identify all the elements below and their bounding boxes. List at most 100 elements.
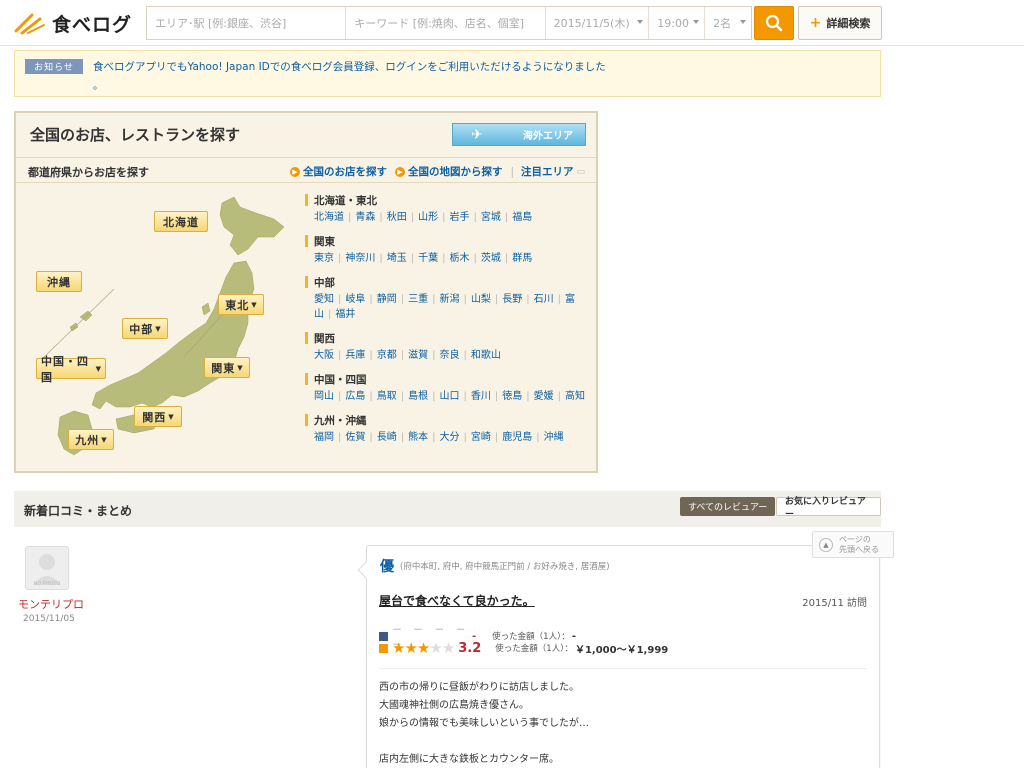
airplane-icon: ✈ [471, 127, 483, 143]
region-label: 北海道 [163, 215, 199, 229]
prefecture-link[interactable]: 岐阜 [345, 294, 365, 305]
prefecture-link[interactable]: 石川 [534, 294, 554, 305]
prefecture-link[interactable]: 福岡 [314, 432, 334, 443]
tabelog-logo[interactable]: 食べログ [14, 9, 134, 37]
divider: | [400, 294, 405, 305]
detail-search-button[interactable]: + 詳細検索 [798, 6, 882, 40]
time-value: 19:00 [657, 16, 689, 30]
region-button-kansai[interactable]: 関西 ▼ [134, 406, 182, 427]
region-label: 関東 [211, 361, 236, 375]
prefecture-link[interactable]: 山口 [440, 391, 460, 402]
region-button-kyushu[interactable]: 九州 ▼ [68, 429, 114, 450]
prefecture-link[interactable]: 沖縄 [544, 432, 564, 443]
prefecture-search-label: 都道府県からお店を探す [28, 166, 149, 179]
prefecture-link[interactable]: 京都 [377, 350, 397, 361]
region-button-okinawa[interactable]: 沖縄 [36, 271, 82, 292]
people-select[interactable]: 2名 [705, 7, 751, 39]
reviewer-name[interactable]: モンテリプロ [18, 596, 84, 612]
shop-name-link[interactable]: 優 [380, 556, 394, 576]
prefecture-link[interactable]: 北海道 [314, 212, 344, 223]
all-shops-link[interactable]: ▶ 全国のお店を探す [290, 164, 387, 179]
attention-area-link[interactable]: 注目エリア ▭ [521, 164, 585, 179]
prefecture-link[interactable]: 大阪 [314, 350, 334, 361]
prefecture-link[interactable]: 香川 [471, 391, 491, 402]
tab-all-reviewers[interactable]: すべてのレビュアー [680, 497, 776, 516]
prefecture-link[interactable]: 静岡 [377, 294, 397, 305]
date-select[interactable]: 2015/11/5(木) [545, 7, 650, 39]
overseas-area-button[interactable]: ✈ 海外エリア [452, 123, 586, 146]
region-button-hokkaido[interactable]: 北海道 [154, 211, 208, 232]
divider: | [338, 432, 342, 443]
prefecture-link[interactable]: 福島 [512, 212, 532, 223]
area-input[interactable]: エリア･駅 [例:銀座、渋谷] [147, 7, 347, 39]
keyword-input[interactable]: キーワード [例:焼肉、店名、個室] [346, 7, 546, 39]
prefecture-link[interactable]: 宮城 [481, 212, 501, 223]
prefecture-link[interactable]: 島根 [408, 391, 428, 402]
divider: | [442, 253, 446, 264]
prefecture-link[interactable]: 奈良 [440, 350, 460, 361]
divider: | [348, 212, 352, 223]
prefecture-link[interactable]: 熊本 [408, 432, 428, 443]
region-button-chubu[interactable]: 中部 ▼ [122, 318, 168, 339]
lunch-score-row: ★★★★★ 3.2 使った金額（1人）： ￥1,000～￥1,999 [379, 639, 668, 657]
page-top-line1: ページの [839, 534, 871, 544]
prefecture-link[interactable]: 愛知 [314, 294, 334, 305]
map-search-link[interactable]: ▶ 全国の地図から探す [395, 164, 503, 179]
prefecture-link[interactable]: 山梨 [471, 294, 491, 305]
prefecture-link[interactable]: 青森 [355, 212, 375, 223]
prefecture-link[interactable]: 東京 [314, 253, 334, 264]
review-title-link[interactable]: 屋台で食べなくて良かった。 [379, 592, 535, 609]
group-name: 中国・四国 [314, 373, 367, 386]
divider: | [526, 294, 530, 305]
prefecture-link[interactable]: 秋田 [387, 212, 407, 223]
prefecture-link[interactable]: 三重 [408, 294, 428, 305]
prefecture-group: 中国・四国 岡山 | 広島 | 鳥取 | 島根 | 山口 | 香川 | 徳島 | 愛媛 | 高知 [305, 372, 590, 404]
review-line: 娘からの情報でも美味しいという事でしたが… [379, 718, 589, 729]
prefecture-link[interactable]: 佐賀 [345, 432, 365, 443]
page-top-button[interactable]: ▲ ページの 先頭へ戻る [812, 531, 894, 558]
prefecture-link[interactable]: 大分 [440, 432, 460, 443]
prefecture-link[interactable]: 長野 [502, 294, 522, 305]
prefecture-link[interactable]: 和歌山 [471, 350, 501, 361]
notice-link[interactable]: 食べログアプリでもYahoo! Japan IDでの食べログ会員登録、ログインを… [93, 59, 606, 74]
prefecture-link[interactable]: 長崎 [377, 432, 397, 443]
attention-area-label: 注目エリア [521, 166, 574, 178]
prefecture-link[interactable]: 鹿児島 [502, 432, 532, 443]
prefecture-group: 中部 愛知 | 岐阜 | 静岡 | 三重 | 新潟 | 山梨 | 長野 | 石川 | 富山 | 福井 [305, 275, 590, 322]
prefecture-link[interactable]: 高知 [565, 391, 585, 402]
search-button[interactable] [754, 6, 794, 40]
prefecture-link[interactable]: 愛媛 [534, 391, 554, 402]
search-icon [765, 14, 783, 32]
arrow-up-icon: ▲ [819, 537, 833, 552]
prefecture-link[interactable]: 神奈川 [345, 253, 375, 264]
prefecture-link[interactable]: 兵庫 [345, 350, 365, 361]
prefecture-link[interactable]: 岡山 [314, 391, 334, 402]
prefecture-link[interactable]: 徳島 [502, 391, 522, 402]
divider: | [473, 212, 477, 223]
region-button-tohoku[interactable]: 東北 ▼ [218, 294, 264, 315]
divider: | [410, 253, 415, 264]
dropdown-arrow-icon: ▼ [155, 324, 161, 333]
prefecture-link[interactable]: 群馬 [512, 253, 532, 264]
prefecture-link[interactable]: 鳥取 [377, 391, 397, 402]
area-sub-links: ▶ 全国のお店を探す ▶ 全国の地図から探す | 注目エリア ▭ [290, 164, 593, 179]
prefecture-link[interactable]: 宮崎 [471, 432, 491, 443]
prefecture-link[interactable]: 茨城 [481, 253, 501, 264]
prefecture-link[interactable]: 岩手 [450, 212, 470, 223]
prefecture-link[interactable]: 山形 [418, 212, 438, 223]
tab-favorite-reviewers[interactable]: お気に入りレビュアー [776, 497, 881, 520]
prefecture-link[interactable]: 広島 [345, 391, 365, 402]
divider: | [504, 212, 509, 223]
prefecture-link[interactable]: 埼玉 [387, 253, 407, 264]
region-button-chugoku-shikoku[interactable]: 中国・四国 ▼ [36, 355, 106, 384]
prefecture-link[interactable]: 栃木 [450, 253, 470, 264]
keyword-placeholder: キーワード [例:焼肉、店名、個室] [354, 17, 525, 30]
prefecture-link[interactable]: 千葉 [418, 253, 438, 264]
prefecture-link[interactable]: 福井 [335, 309, 355, 320]
region-button-kanto[interactable]: 関東 ▼ [204, 357, 250, 378]
time-select[interactable]: 19:00 [649, 7, 706, 39]
prefecture-group-heading: 関西 [305, 331, 590, 345]
prefecture-link[interactable]: 新潟 [440, 294, 460, 305]
avatar[interactable]: NO PHOTO [25, 546, 69, 590]
prefecture-link[interactable]: 滋賀 [408, 350, 428, 361]
